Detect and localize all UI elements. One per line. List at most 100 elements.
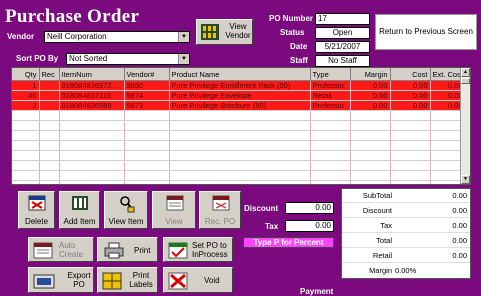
empty-row[interactable]	[12, 160, 466, 171]
empty-cell[interactable]	[390, 120, 431, 131]
empty-cell[interactable]	[39, 150, 60, 161]
cell-type[interactable]: Retail	[310, 90, 351, 101]
cell-cost[interactable]: 0.00	[390, 80, 431, 91]
empty-row[interactable]	[12, 170, 466, 181]
empty-cell[interactable]	[12, 130, 40, 141]
cell-rec[interactable]	[39, 80, 60, 91]
empty-cell[interactable]	[59, 120, 125, 131]
grid-scrollbar[interactable]: ▲ ▼	[460, 68, 470, 184]
empty-row[interactable]	[12, 180, 466, 184]
cell-margin[interactable]: 0.00	[350, 80, 391, 91]
tax-input[interactable]: 0.00	[285, 220, 334, 232]
empty-cell[interactable]	[350, 110, 391, 121]
empty-cell[interactable]	[124, 120, 170, 131]
empty-cell[interactable]	[390, 180, 431, 184]
date-field[interactable]: 5/21/2007	[315, 41, 370, 53]
cell-type[interactable]: Professio	[310, 100, 351, 111]
empty-cell[interactable]	[390, 140, 431, 151]
empty-cell[interactable]	[390, 130, 431, 141]
print-labels-button[interactable]: Print Labels	[97, 267, 158, 293]
empty-cell[interactable]	[59, 110, 125, 121]
cell-product[interactable]: Pure Privilege Brochure (50)	[169, 100, 311, 111]
empty-cell[interactable]	[39, 180, 60, 184]
auto-create-button[interactable]: Auto Create	[28, 237, 94, 262]
empty-row[interactable]	[12, 140, 466, 151]
cell-qty[interactable]: 46	[12, 90, 40, 101]
chevron-down-icon[interactable]: ▼	[178, 54, 189, 64]
empty-cell[interactable]	[169, 140, 311, 151]
empty-cell[interactable]	[12, 170, 40, 181]
empty-cell[interactable]	[59, 180, 125, 184]
empty-cell[interactable]	[310, 170, 351, 181]
empty-cell[interactable]	[39, 170, 60, 181]
cell-margin[interactable]: 0.00	[350, 90, 391, 101]
empty-cell[interactable]	[59, 130, 125, 141]
col-itemnum[interactable]: ItemNum	[59, 68, 125, 81]
empty-cell[interactable]	[124, 110, 170, 121]
empty-cell[interactable]	[169, 130, 311, 141]
empty-cell[interactable]	[124, 150, 170, 161]
col-product-name[interactable]: Product Name	[169, 68, 311, 81]
col-qty[interactable]: Qty	[12, 68, 40, 81]
cell-qty[interactable]: 3	[12, 100, 40, 111]
empty-cell[interactable]	[12, 180, 40, 184]
col-type[interactable]: Type	[310, 68, 351, 81]
empty-cell[interactable]	[169, 180, 311, 184]
empty-cell[interactable]	[310, 160, 351, 171]
empty-cell[interactable]	[310, 140, 351, 151]
empty-cell[interactable]	[59, 160, 125, 171]
empty-cell[interactable]	[350, 130, 391, 141]
empty-row[interactable]	[12, 110, 466, 121]
empty-cell[interactable]	[390, 160, 431, 171]
empty-cell[interactable]	[39, 130, 60, 141]
staff-field[interactable]: No Staff	[315, 55, 370, 67]
cell-rec[interactable]	[39, 90, 60, 101]
empty-cell[interactable]	[169, 120, 311, 131]
cell-rec[interactable]	[39, 100, 60, 111]
cell-type[interactable]: Professio	[310, 80, 351, 91]
empty-cell[interactable]	[169, 170, 311, 181]
empty-cell[interactable]	[350, 140, 391, 151]
cell-vendor[interactable]: 9873	[124, 100, 170, 111]
empty-cell[interactable]	[310, 130, 351, 141]
cell-itemnum[interactable]: 018084837115	[59, 90, 125, 101]
cell-vendor[interactable]: 9874	[124, 90, 170, 101]
view-button[interactable]: View	[152, 191, 196, 229]
view-item-button[interactable]: View Item	[104, 191, 148, 229]
empty-cell[interactable]	[124, 140, 170, 151]
empty-cell[interactable]	[350, 180, 391, 184]
discount-input[interactable]: 0.00	[285, 202, 334, 214]
empty-cell[interactable]	[350, 150, 391, 161]
empty-cell[interactable]	[59, 140, 125, 151]
view-vendor-button[interactable]: View Vendor	[196, 19, 253, 45]
empty-cell[interactable]	[39, 140, 60, 151]
add-item-button[interactable]: Add Item	[59, 191, 100, 229]
delete-button[interactable]: Delete	[18, 191, 55, 229]
po-number-field[interactable]: 17	[315, 13, 370, 25]
export-po-button[interactable]: Export PO	[28, 267, 94, 293]
empty-cell[interactable]	[310, 120, 351, 131]
return-to-previous-button[interactable]: Return to Previous Screen	[375, 14, 477, 50]
cell-qty[interactable]: 1	[12, 80, 40, 91]
empty-cell[interactable]	[350, 160, 391, 171]
sort-select[interactable]: Not Sorted ▼	[66, 53, 190, 65]
print-button[interactable]: Print	[97, 237, 158, 262]
cell-cost[interactable]: 0.00	[390, 100, 431, 111]
cell-itemnum[interactable]: 018084836989	[59, 100, 125, 111]
empty-cell[interactable]	[310, 110, 351, 121]
cell-product[interactable]: Pure Privilege Envelope	[169, 90, 311, 101]
empty-cell[interactable]	[350, 120, 391, 131]
empty-cell[interactable]	[39, 120, 60, 131]
col-margin[interactable]: Margin	[350, 68, 391, 81]
rec-po-button[interactable]: Rec. PO	[199, 191, 241, 229]
table-row[interactable]: 46 018084837115 9874 Pure Privilege Envelop…	[12, 90, 466, 101]
empty-cell[interactable]	[59, 170, 125, 181]
cell-vendor[interactable]: 9850	[124, 80, 170, 91]
empty-cell[interactable]	[124, 180, 170, 184]
empty-cell[interactable]	[12, 150, 40, 161]
cell-itemnum[interactable]: 018084836972	[59, 80, 125, 91]
empty-cell[interactable]	[169, 150, 311, 161]
scroll-up-icon[interactable]: ▲	[461, 68, 470, 77]
empty-cell[interactable]	[169, 160, 311, 171]
empty-cell[interactable]	[124, 130, 170, 141]
